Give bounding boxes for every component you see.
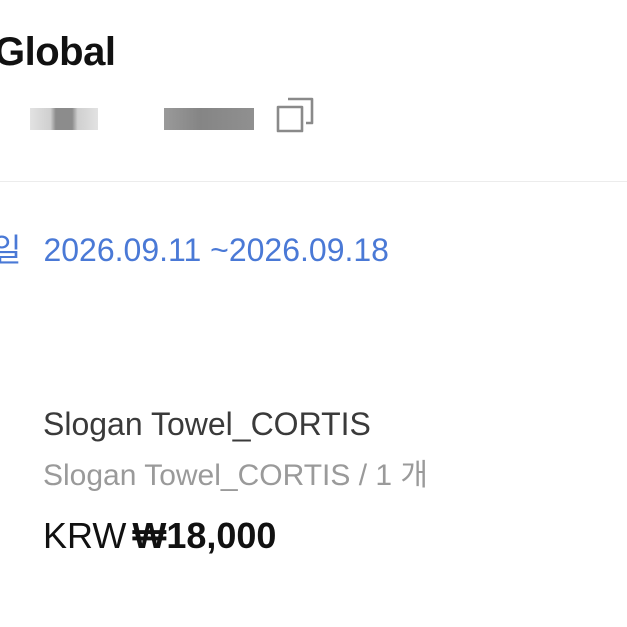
section-divider — [0, 181, 627, 182]
period-label: 일 — [0, 232, 22, 268]
price-row: KRW ₩18,000 — [43, 514, 276, 558]
period-row: 일 2026.09.11 ~2026.09.18 — [0, 230, 389, 270]
redacted-text-1 — [30, 108, 98, 130]
product-name: Slogan Towel_CORTIS — [43, 406, 371, 442]
date-range: 2026.09.11 ~2026.09.18 — [43, 232, 389, 268]
page-title: Global — [0, 30, 116, 74]
currency-code: KRW — [43, 515, 127, 556]
price-amount: ₩18,000 — [132, 515, 277, 556]
copy-icon[interactable] — [272, 93, 316, 133]
product-option: Slogan Towel_CORTIS / 1 개 — [43, 459, 429, 492]
redacted-text-2 — [164, 108, 254, 130]
